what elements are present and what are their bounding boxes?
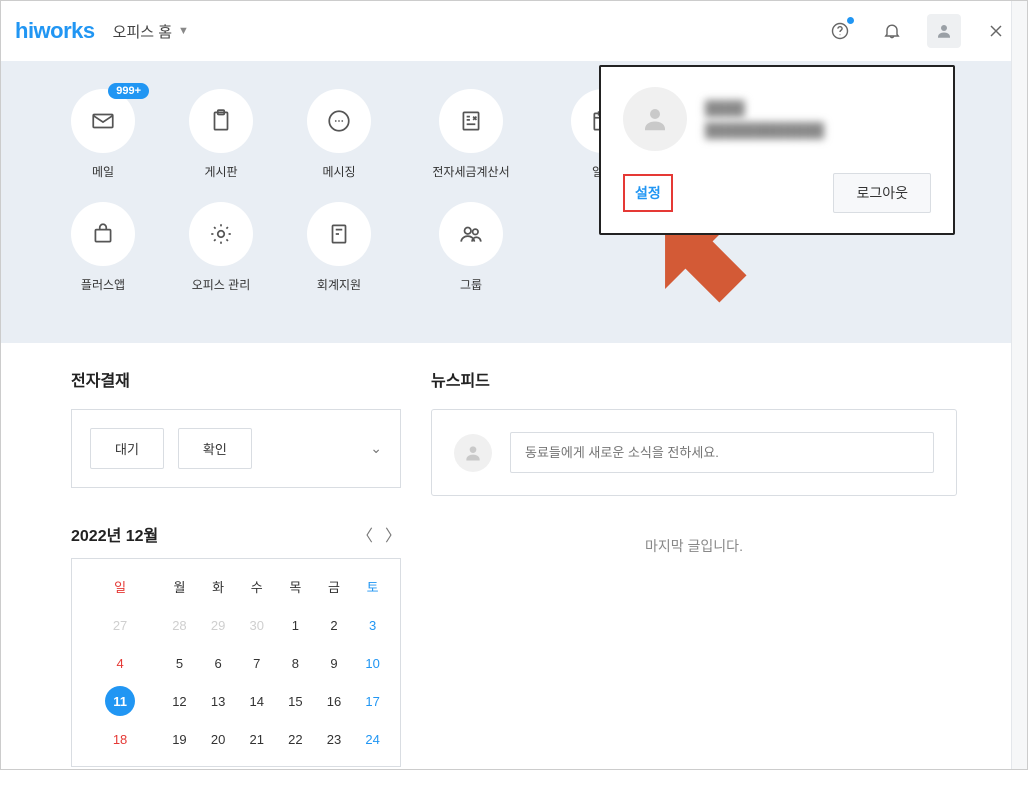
calendar-day[interactable]: 7 (237, 644, 276, 682)
group-icon (458, 221, 484, 247)
calendar-day[interactable]: 8 (276, 644, 315, 682)
calendar-day[interactable]: 19 (160, 720, 199, 758)
calendar-day[interactable]: 4 (80, 644, 160, 682)
calendar-day[interactable]: 29 (199, 606, 238, 644)
calendar-day[interactable]: 1 (276, 606, 315, 644)
calendar-day[interactable]: 30 (237, 606, 276, 644)
calendar-day[interactable]: 6 (199, 644, 238, 682)
notification-dot (847, 17, 854, 24)
mail-badge: 999+ (108, 83, 149, 99)
feed-input[interactable] (510, 432, 934, 473)
gear-icon (208, 221, 234, 247)
calendar-day[interactable]: 10 (353, 644, 392, 682)
calendar-day[interactable]: 16 (315, 682, 354, 720)
chevron-down-icon: ▼ (178, 25, 189, 37)
calendar-day[interactable]: 21 (237, 720, 276, 758)
calendar-day[interactable]: 23 (315, 720, 354, 758)
profile-button[interactable] (927, 14, 961, 48)
help-icon[interactable] (823, 14, 857, 48)
app-accounting[interactable]: 회계지원 (307, 202, 371, 293)
bell-icon[interactable] (875, 14, 909, 48)
calendar-day[interactable]: 15 (276, 682, 315, 720)
app-board[interactable]: 게시판 (189, 89, 253, 180)
approval-title: 전자결재 (71, 367, 401, 391)
calendar-weekday: 목 (276, 577, 315, 606)
chat-icon (326, 108, 352, 134)
profile-detail: ████████████ (705, 119, 824, 141)
feed-title: 뉴스피드 (431, 367, 957, 391)
calendar-day[interactable]: 27 (80, 606, 160, 644)
calc-icon (458, 108, 484, 134)
nav-dropdown[interactable]: 오피스 홈 ▼ (113, 21, 189, 42)
nav-label: 오피스 홈 (113, 21, 172, 42)
app-label: 오피스 관리 (189, 276, 253, 293)
calendar-day[interactable]: 3 (353, 606, 392, 644)
avatar-icon (454, 434, 492, 472)
calendar-day[interactable]: 17 (353, 682, 392, 720)
topbar: hiworks 오피스 홈 ▼ (1, 1, 1027, 61)
calendar-day[interactable]: 20 (199, 720, 238, 758)
calendar-day[interactable]: 22 (276, 720, 315, 758)
settings-link[interactable]: 설정 (623, 174, 673, 212)
mail-icon (90, 108, 116, 134)
profile-popover: ████ ████████████ 설정 로그아웃 (599, 65, 955, 235)
calendar-day[interactable]: 2 (315, 606, 354, 644)
calendar-day[interactable]: 5 (160, 644, 199, 682)
calendar-day[interactable]: 9 (315, 644, 354, 682)
calendar-weekday: 화 (199, 577, 238, 606)
app-admin[interactable]: 오피스 관리 (189, 202, 253, 293)
logo: hiworks (15, 18, 95, 44)
calendar-weekday: 금 (315, 577, 354, 606)
approval-panel: 대기 확인 ⌄ (71, 409, 401, 488)
avatar-icon (623, 87, 687, 151)
app-label: 게시판 (189, 163, 253, 180)
calendar-day[interactable]: 18 (80, 720, 160, 758)
app-label: 그룹 (425, 276, 517, 293)
calendar-weekday: 토 (353, 577, 392, 606)
chevron-down-icon[interactable]: ⌄ (370, 440, 382, 457)
app-label: 회계지원 (307, 276, 371, 293)
calendar-day[interactable]: 12 (160, 682, 199, 720)
close-icon[interactable] (979, 14, 1013, 48)
calendar-day[interactable]: 14 (237, 682, 276, 720)
calendar-table: 일월화수목금토 27282930123456789101112131415161… (80, 577, 392, 758)
app-label: 메일 (71, 163, 135, 180)
feed-composer (431, 409, 957, 496)
calendar-prev-button[interactable]: 〈 (357, 522, 373, 546)
logout-button[interactable]: 로그아웃 (833, 173, 931, 213)
calendar-day[interactable]: 11 (80, 682, 160, 720)
app-messaging[interactable]: 메시징 (307, 89, 371, 180)
app-label: 플러스앱 (71, 276, 135, 293)
calendar-day[interactable]: 13 (199, 682, 238, 720)
calendar-weekday: 일 (80, 577, 160, 606)
feed-end-label: 마지막 글입니다. (431, 536, 957, 556)
app-group[interactable]: 그룹 (425, 202, 517, 293)
app-label: 메시징 (307, 163, 371, 180)
calendar-next-button[interactable]: 〉 (385, 522, 401, 546)
calendar-weekday: 월 (160, 577, 199, 606)
content: 전자결재 대기 확인 ⌄ 2022년 12월 〈 〉 일월화수목금토 27282… (1, 343, 1027, 791)
approval-confirm-button[interactable]: 확인 (178, 428, 252, 469)
doc-icon (326, 221, 352, 247)
calendar-weekday: 수 (237, 577, 276, 606)
calendar-day[interactable]: 24 (353, 720, 392, 758)
calendar-title: 2022년 12월 (71, 522, 158, 546)
app-label: 전자세금계산서 (425, 163, 517, 180)
clipboard-icon (208, 108, 234, 134)
scrollbar-track[interactable] (1011, 1, 1027, 769)
app-mail[interactable]: 999+ 메일 (71, 89, 135, 180)
app-plus[interactable]: 플러스앱 (71, 202, 135, 293)
approval-wait-button[interactable]: 대기 (90, 428, 164, 469)
calendar-widget: 2022년 12월 〈 〉 일월화수목금토 272829301234567891… (71, 522, 401, 767)
app-tax-invoice[interactable]: 전자세금계산서 (425, 89, 517, 180)
calendar-day[interactable]: 28 (160, 606, 199, 644)
profile-name: ████ (705, 97, 824, 119)
bag-icon (90, 221, 116, 247)
